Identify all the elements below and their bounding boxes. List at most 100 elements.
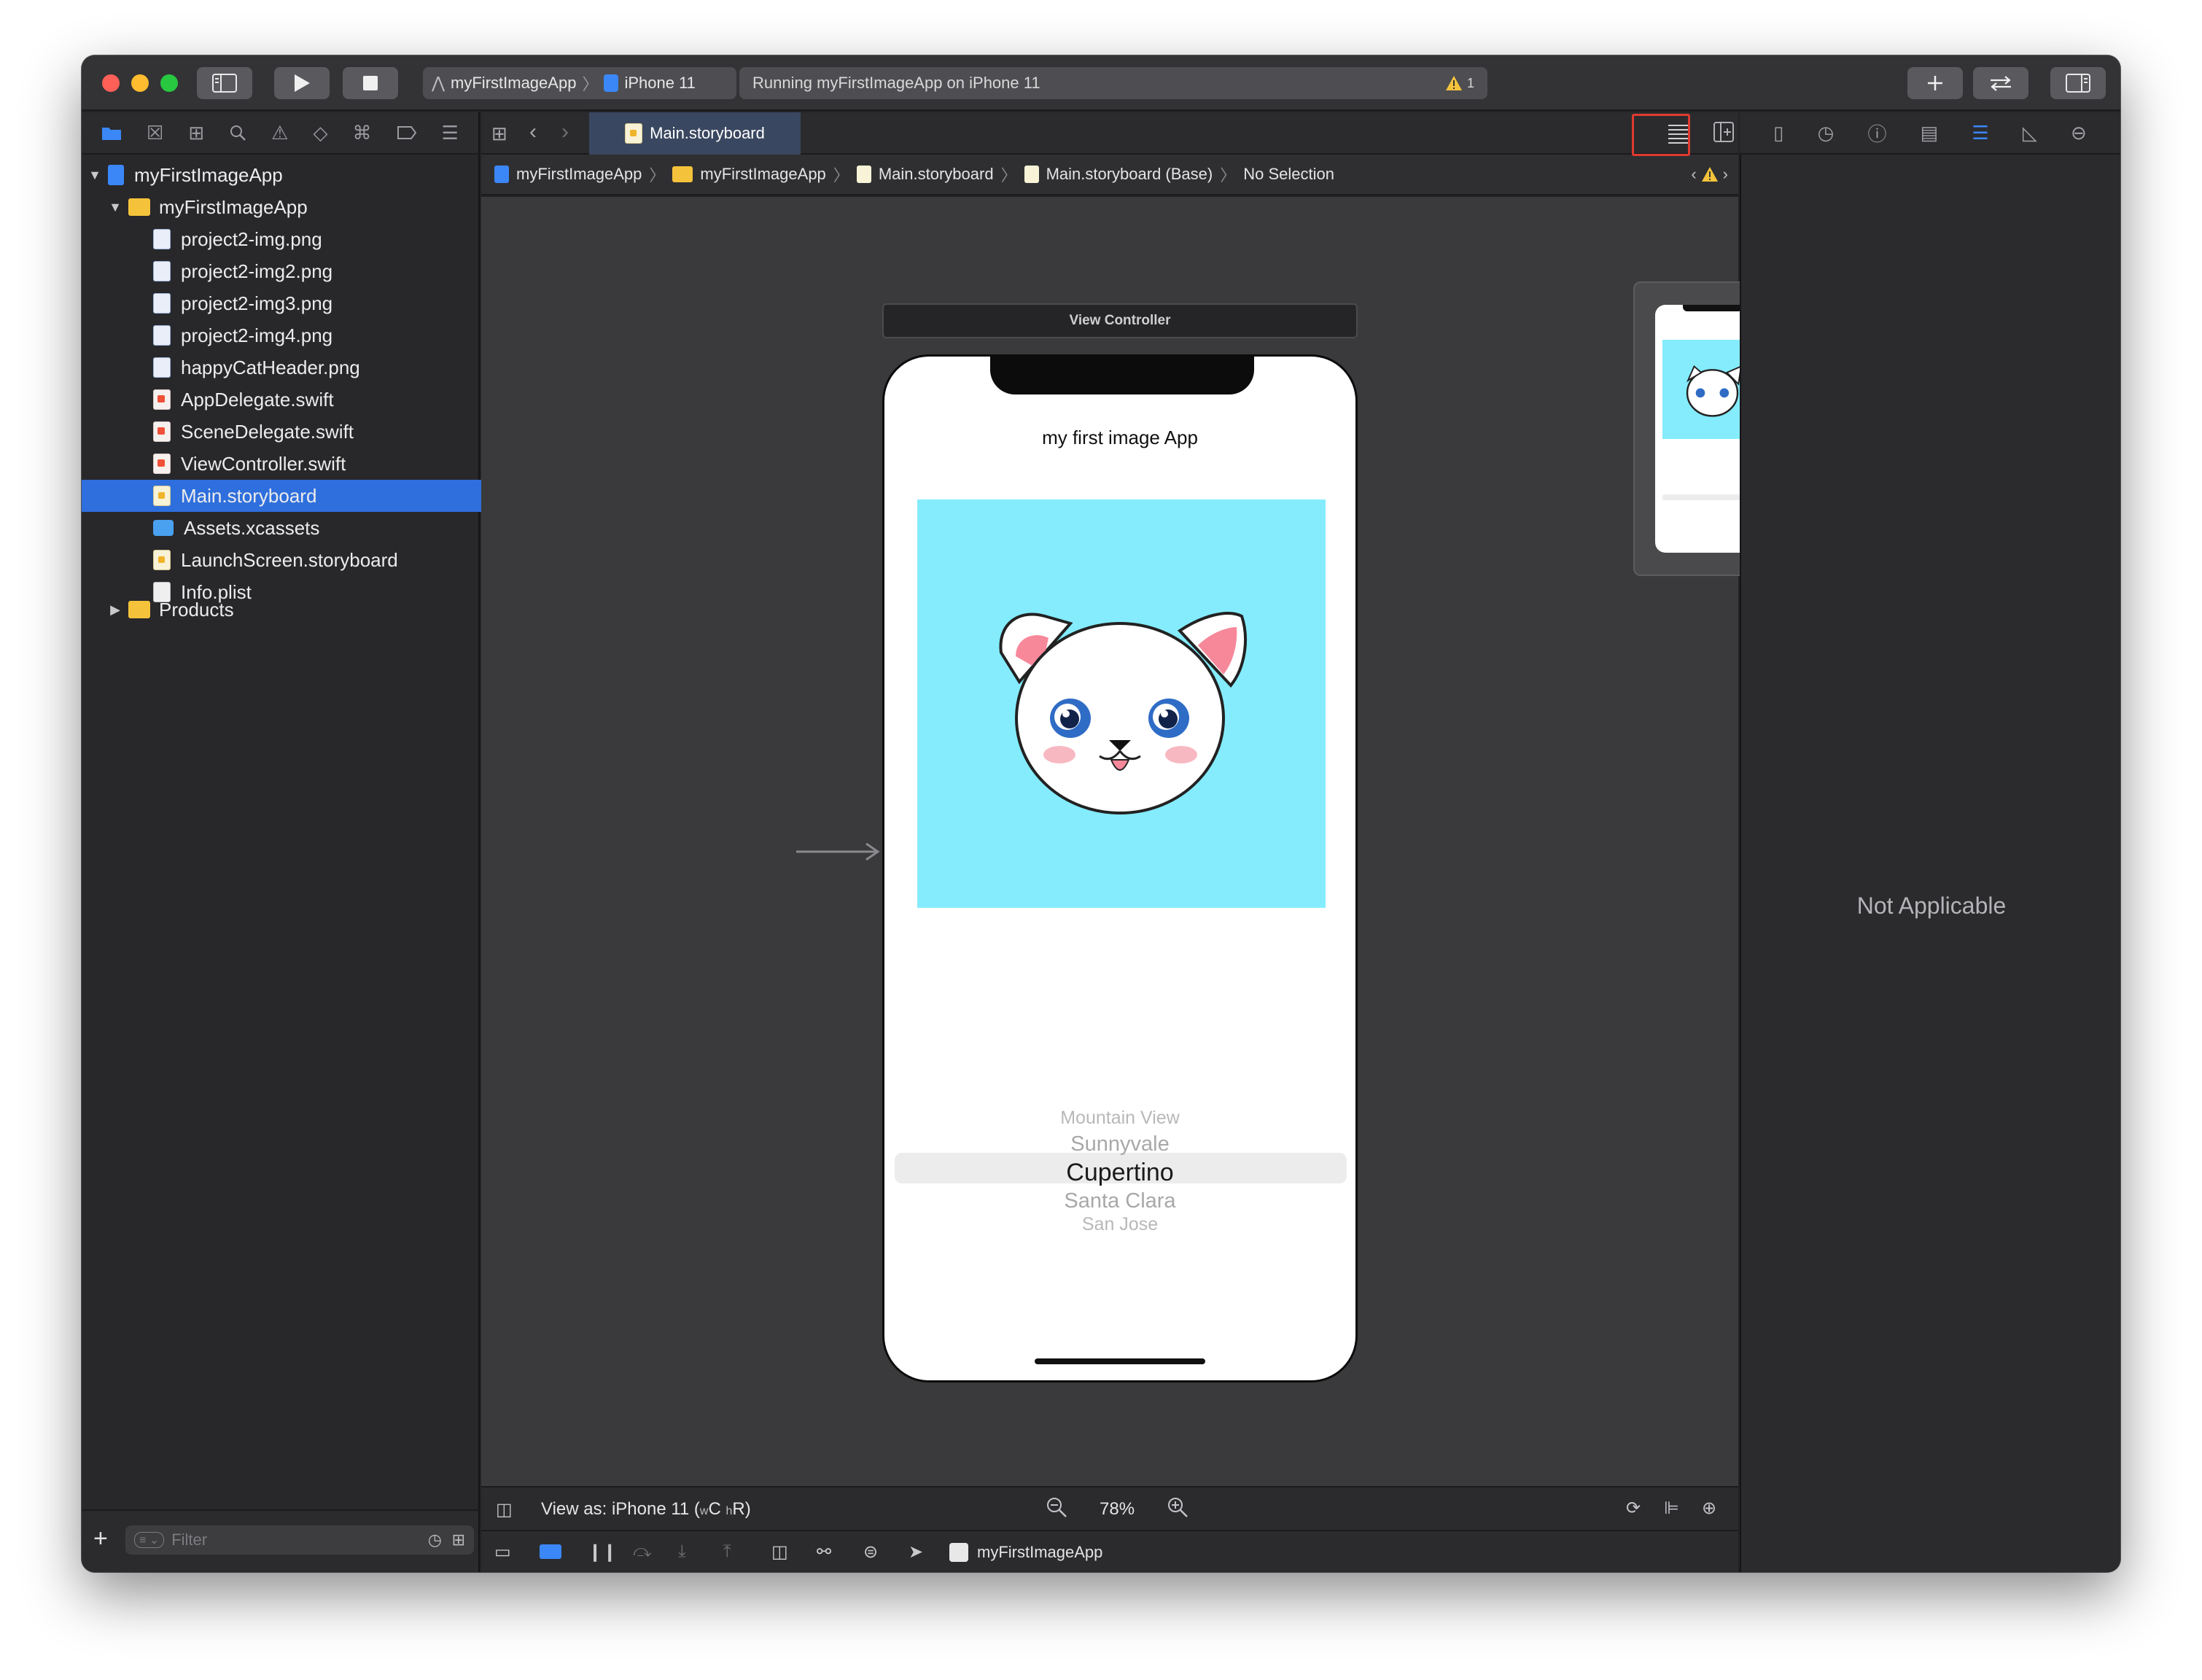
debug-icon[interactable]: ⌘: [353, 122, 372, 144]
search-icon[interactable]: [229, 124, 246, 141]
debug-target-label[interactable]: myFirstImageApp: [977, 1543, 1102, 1562]
disclosure-closed-icon[interactable]: ▶: [108, 602, 122, 618]
folder-icon[interactable]: [101, 125, 122, 141]
step-into-icon[interactable]: ⤓: [678, 1541, 686, 1562]
picker-item[interactable]: Sunnyvale: [884, 1132, 1355, 1156]
breadcrumb-file[interactable]: Main.storyboard: [879, 165, 994, 184]
file-row[interactable]: project2-img2.png: [82, 255, 550, 287]
view-debugger-icon[interactable]: ◫: [771, 1541, 788, 1563]
step-over-icon[interactable]: ⤼: [633, 1541, 652, 1562]
run-button[interactable]: [274, 67, 330, 99]
picker-item[interactable]: Santa Clara: [884, 1189, 1355, 1213]
history-inspector-icon[interactable]: ◷: [1818, 122, 1835, 144]
environment-overrides-icon[interactable]: ⊜: [863, 1541, 878, 1563]
related-items-icon[interactable]: ⊞: [491, 122, 507, 145]
breadcrumb-group[interactable]: myFirstImageApp: [700, 165, 825, 184]
products-row[interactable]: ▶ Products: [82, 594, 505, 626]
hide-debug-area-icon[interactable]: ▭: [494, 1541, 511, 1563]
tab-main-storyboard[interactable]: Main.storyboard: [589, 112, 801, 155]
location-icon[interactable]: ➤: [909, 1541, 923, 1563]
add-file-button[interactable]: +: [93, 1524, 108, 1553]
size-inspector-icon[interactable]: ◺: [2023, 122, 2037, 144]
filter-options-icon[interactable]: ≡ ⌄: [134, 1532, 165, 1548]
toggle-inspector-button[interactable]: [2050, 67, 2106, 99]
previous-issue-icon[interactable]: ‹: [1691, 165, 1696, 184]
project-row[interactable]: ▼ myFirstImageApp: [82, 159, 484, 191]
disclosure-open-icon[interactable]: ▼: [108, 200, 122, 215]
zoom-in-icon[interactable]: [1167, 1496, 1188, 1523]
attributes-inspector-icon[interactable]: ☰: [1972, 122, 1988, 144]
picker-item[interactable]: San Jose: [884, 1214, 1355, 1235]
inspector-selector-bar: ▯ ◷ ⓘ ▤ ☰ ◺ ⊖: [1740, 112, 2120, 155]
disclosure-open-icon[interactable]: ▼: [87, 168, 102, 183]
next-issue-icon[interactable]: ›: [1723, 165, 1728, 184]
file-inspector-icon[interactable]: ▯: [1773, 122, 1783, 144]
add-constraints-icon[interactable]: ⊕: [1702, 1498, 1716, 1519]
add-editor-button[interactable]: [1713, 121, 1734, 147]
report-icon[interactable]: ☰: [442, 122, 459, 144]
breakpoints-toggle-icon[interactable]: [540, 1544, 561, 1559]
issue-icon[interactable]: ⚠: [271, 122, 288, 144]
cat-image-view[interactable]: [917, 499, 1326, 908]
file-row[interactable]: AppDelegate.swift: [82, 384, 550, 416]
file-row[interactable]: SceneDelegate.swift: [82, 416, 550, 448]
entry-point-arrow-icon[interactable]: [796, 842, 881, 864]
update-frames-icon[interactable]: ⟳: [1626, 1498, 1641, 1519]
connections-inspector-icon[interactable]: ⊖: [2071, 122, 2087, 144]
app-title-label[interactable]: my first image App: [884, 427, 1355, 449]
minimize-window-button[interactable]: [131, 74, 149, 92]
group-row[interactable]: ▼ myFirstImageApp: [82, 191, 505, 223]
file-row[interactable]: project2-img3.png: [82, 287, 550, 319]
library-button[interactable]: [1907, 67, 1963, 99]
picker-item[interactable]: Cupertino: [884, 1159, 1355, 1187]
file-row[interactable]: ViewController.swift: [82, 448, 550, 480]
zoom-out-icon[interactable]: [1046, 1496, 1067, 1523]
code-review-button[interactable]: [1973, 67, 2028, 99]
zoom-window-button[interactable]: [160, 74, 178, 92]
identity-inspector-icon[interactable]: ▤: [1921, 122, 1939, 144]
iphone-view-controller[interactable]: my first image App Mountain View Sunnyva…: [882, 354, 1358, 1382]
breadcrumb-selection[interactable]: No Selection: [1243, 165, 1334, 184]
file-name: happyCatHeader.png: [181, 356, 360, 378]
forward-arrow-icon[interactable]: ›: [561, 120, 569, 144]
memory-graph-icon[interactable]: ⚯: [817, 1541, 831, 1563]
file-row[interactable]: project2-img.png: [82, 223, 550, 255]
stop-button[interactable]: [343, 67, 398, 99]
city-picker[interactable]: Mountain View Sunnyvale Cupertino Santa Cla…: [884, 1086, 1355, 1235]
file-row[interactable]: happyCatHeader.png: [82, 351, 550, 384]
navigator-footer: + ≡ ⌄ Filter ◷ ⊞: [82, 1509, 480, 1572]
close-window-button[interactable]: [102, 74, 120, 92]
filter-scope-icon[interactable]: ⊞: [452, 1531, 465, 1549]
file-row[interactable]: Main.storyboard: [82, 480, 550, 512]
filter-field[interactable]: ≡ ⌄ Filter ◷ ⊞: [125, 1525, 474, 1555]
file-row[interactable]: project2-img4.png: [82, 319, 550, 351]
align-icon[interactable]: ⊫: [1664, 1498, 1679, 1519]
breadcrumb-project[interactable]: myFirstImageApp: [516, 165, 642, 184]
zoom-level[interactable]: 78%: [1100, 1499, 1135, 1520]
test-icon[interactable]: ◇: [314, 122, 328, 144]
file-row[interactable]: Assets.xcassets: [82, 512, 550, 544]
picker-item[interactable]: Mountain View: [884, 1108, 1355, 1129]
sidebar-icon: [212, 74, 237, 93]
hierarchy-icon[interactable]: ⊞: [188, 122, 204, 144]
png-file-icon: [153, 229, 171, 249]
source-control-icon[interactable]: ☒: [147, 122, 163, 144]
swift-file-icon: [153, 389, 171, 410]
minimap-notch: [1683, 305, 1743, 311]
toggle-navigator-button[interactable]: [197, 67, 252, 99]
step-out-icon[interactable]: ⤒: [723, 1541, 731, 1562]
pause-icon[interactable]: ❙❙: [588, 1541, 617, 1563]
scene-title-bar[interactable]: View Controller: [882, 303, 1358, 338]
help-inspector-icon[interactable]: ⓘ: [1867, 120, 1886, 147]
warning-indicator[interactable]: 1: [1445, 67, 1474, 99]
breadcrumb-base[interactable]: Main.storyboard (Base): [1046, 165, 1213, 184]
view-as-device-button[interactable]: View as: iPhone 11 (wC hR): [541, 1499, 751, 1520]
document-outline-icon[interactable]: ◫: [496, 1499, 513, 1520]
scheme-selector[interactable]: ⋀ myFirstImageApp 〉 iPhone 11: [423, 67, 736, 99]
warning-icon[interactable]: [1701, 166, 1719, 182]
storyboard-file-icon: [625, 123, 643, 144]
file-row[interactable]: LaunchScreen.storyboard: [82, 544, 550, 576]
recent-files-icon[interactable]: ◷: [428, 1531, 442, 1549]
breakpoint-icon[interactable]: [397, 125, 417, 140]
back-arrow-icon[interactable]: ‹: [529, 120, 537, 144]
